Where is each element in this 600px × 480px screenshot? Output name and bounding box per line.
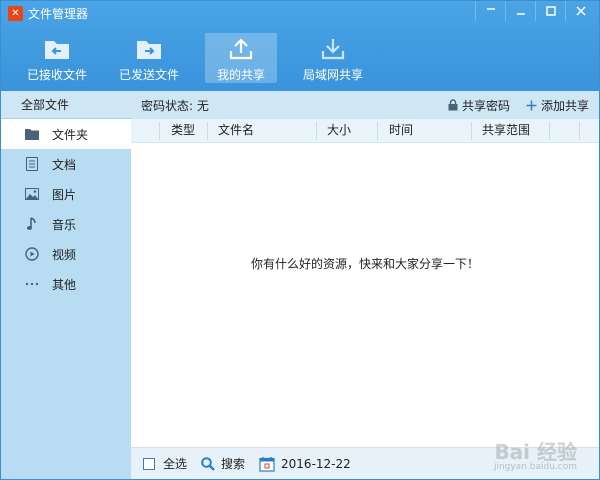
close-button[interactable] <box>565 1 595 21</box>
checkbox-box[interactable] <box>143 457 155 470</box>
video-icon <box>25 247 39 261</box>
main-toolbar: 已接收文件 已发送文件 我的共享 局域网共享 <box>1 31 599 87</box>
column-divider <box>207 122 208 140</box>
main-panel: 密码状态: 无 共享密码 添加共享 类型 文件名 大小 时间 共享范围 你有什么… <box>131 91 599 479</box>
tool-label: 已接收文件 <box>26 68 87 82</box>
document-icon <box>25 157 39 171</box>
music-icon <box>25 217 39 231</box>
image-icon <box>25 187 39 201</box>
sidebar-item-document[interactable]: 文档 <box>1 149 131 179</box>
date-picker[interactable]: 2016-12-22 <box>259 456 351 472</box>
calendar-icon <box>259 456 275 472</box>
window-title: 文件管理器 <box>28 7 89 21</box>
sidebar-item-label: 图片 <box>52 187 77 202</box>
tool-lan-share[interactable]: 局域网共享 <box>297 33 369 83</box>
column-divider <box>549 122 550 140</box>
column-size[interactable]: 大小 <box>327 119 351 143</box>
column-filename[interactable]: 文件名 <box>218 119 254 143</box>
column-share-scope[interactable]: 共享范围 <box>482 119 530 143</box>
column-time[interactable]: 时间 <box>389 119 413 143</box>
title-bar: ✕ 文件管理器 <box>1 1 599 25</box>
tool-sent-files[interactable]: 已发送文件 <box>111 33 187 83</box>
plus-icon <box>526 100 537 110</box>
password-status-bar: 密码状态: 无 共享密码 添加共享 <box>131 91 599 119</box>
search-label: 搜索 <box>221 457 246 471</box>
sidebar-item-music[interactable]: 音乐 <box>1 209 131 239</box>
sidebar-item-folder[interactable]: 文件夹 <box>1 119 131 149</box>
sidebar-item-label: 视频 <box>52 247 77 262</box>
add-share-button[interactable]: 添加共享 <box>526 97 589 114</box>
column-divider <box>471 122 472 140</box>
sidebar-item-video[interactable]: 视频 <box>1 239 131 269</box>
sidebar-item-label: 文件夹 <box>52 127 89 142</box>
sidebar-item-other[interactable]: 其他 <box>1 269 131 299</box>
column-type[interactable]: 类型 <box>171 119 195 143</box>
column-divider <box>316 122 317 140</box>
sidebar: 全部文件 文件夹 文档 图片 音乐 视频 其他 <box>1 91 131 479</box>
column-divider <box>579 122 580 140</box>
sidebar-item-image[interactable]: 图片 <box>1 179 131 209</box>
date-value: 2016-12-22 <box>281 456 351 471</box>
password-status: 密码状态: 无 <box>141 98 209 113</box>
maximize-icon <box>545 6 556 16</box>
share-password-label: 共享密码 <box>461 98 510 113</box>
maximize-button[interactable] <box>535 1 565 21</box>
skin-button[interactable] <box>475 1 505 21</box>
column-divider <box>377 122 378 140</box>
tool-received-files[interactable]: 已接收文件 <box>19 33 95 83</box>
minimize-icon <box>516 13 525 15</box>
add-share-label: 添加共享 <box>540 98 589 113</box>
minimize-button[interactable] <box>505 1 535 21</box>
search-button[interactable]: 搜索 <box>201 455 245 472</box>
column-divider <box>159 122 160 140</box>
select-all-label: 全选 <box>163 457 188 471</box>
select-all-checkbox[interactable]: 全选 <box>143 455 187 472</box>
close-icon <box>575 6 586 16</box>
app-logo-icon: ✕ <box>8 6 23 21</box>
folder-receive-icon <box>43 35 71 63</box>
sidebar-item-label: 音乐 <box>52 217 77 232</box>
folder-send-icon <box>135 35 163 63</box>
share-actions: 共享密码 添加共享 <box>432 91 589 119</box>
table-header: 类型 文件名 大小 时间 共享范围 <box>131 119 599 143</box>
share-password-button[interactable]: 共享密码 <box>448 97 510 114</box>
bottom-bar: 全选 搜索 2016-12-22 <box>131 447 599 479</box>
window-controls <box>475 1 595 21</box>
top-bar: ✕ 文件管理器 已接收文件 已发送文件 我的共享 局域网共享 <box>1 1 599 91</box>
sidebar-item-label: 文档 <box>52 157 77 172</box>
upload-share-icon <box>227 35 255 63</box>
file-manager-window: ✕ 文件管理器 已接收文件 已发送文件 我的共享 局域网共享 全部文件 文件夹 … <box>0 0 600 480</box>
tool-label: 我的共享 <box>216 68 265 82</box>
download-lan-icon <box>319 35 347 63</box>
empty-state-message: 你有什么好的资源，快来和大家分享一下！ <box>250 257 479 271</box>
folder-icon <box>25 127 39 141</box>
sidebar-header-all-files[interactable]: 全部文件 <box>1 91 131 119</box>
tool-my-share[interactable]: 我的共享 <box>205 33 277 83</box>
tool-label: 局域网共享 <box>302 68 363 82</box>
dropdown-icon <box>486 8 495 10</box>
lock-icon <box>448 99 458 111</box>
search-icon <box>201 456 215 471</box>
tool-label: 已发送文件 <box>118 68 179 82</box>
sidebar-item-label: 其他 <box>52 277 77 292</box>
more-icon <box>25 277 39 291</box>
